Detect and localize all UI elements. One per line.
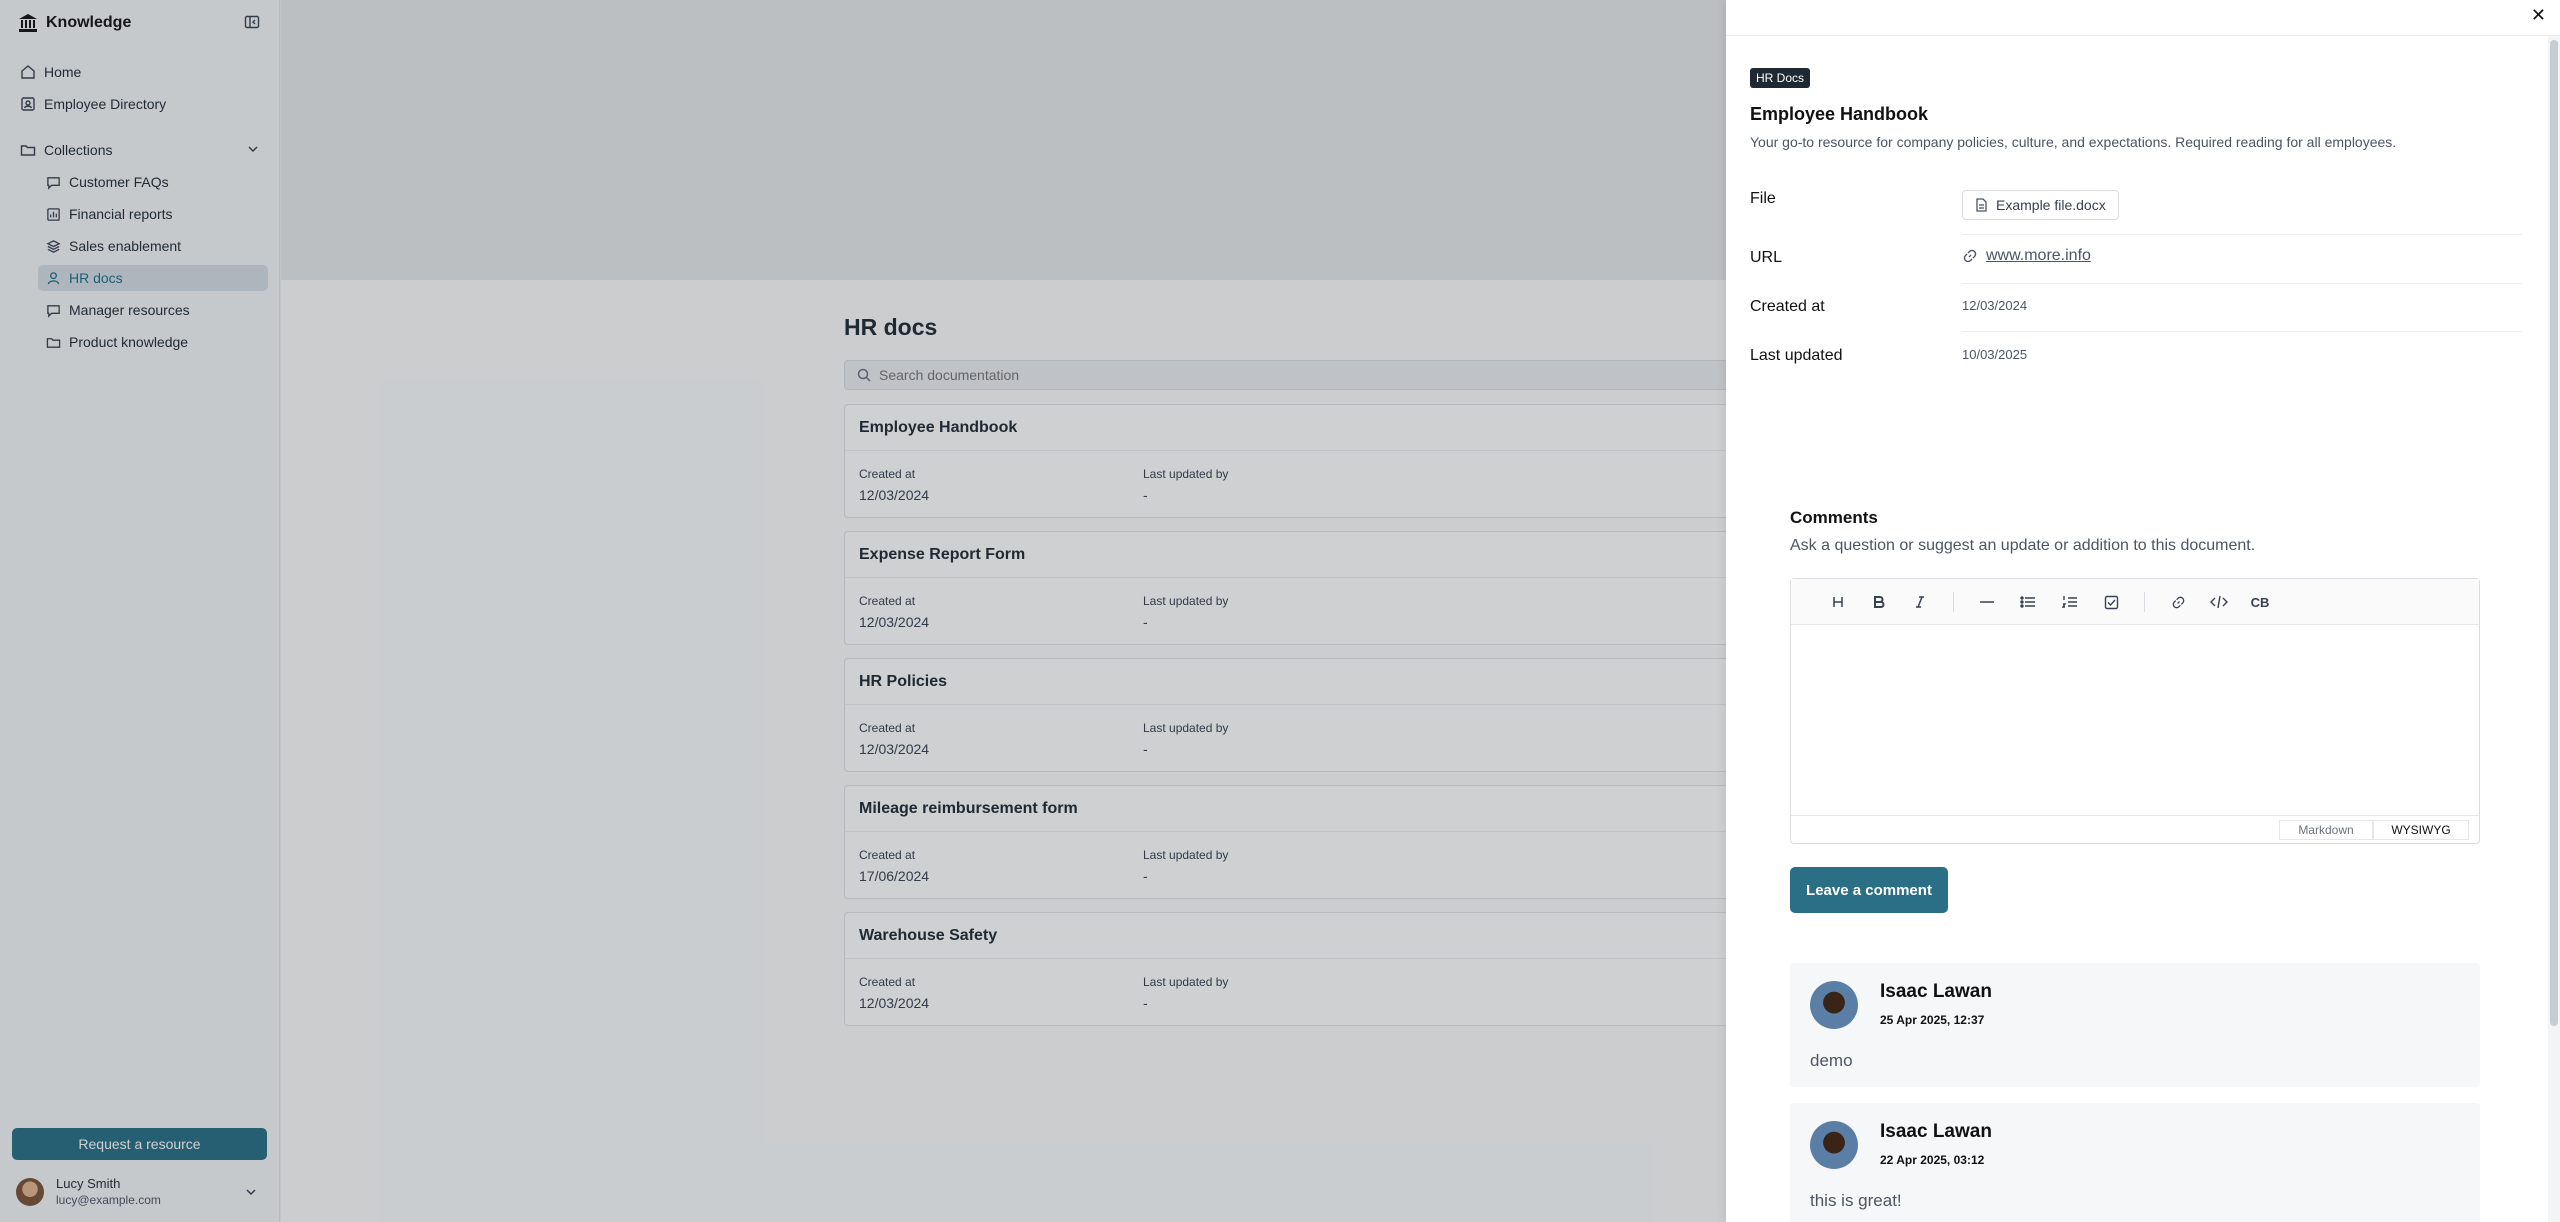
bullet-list-icon[interactable] [2017,592,2039,612]
comment-text: demo [1810,1051,1853,1070]
comments-subtitle: Ask a question or suggest an update or a… [1790,537,2256,554]
comment-author: Isaac Lawan [1880,981,1992,1002]
modal-backdrop[interactable] [0,0,1726,1222]
wysiwyg-mode-button[interactable]: WYSIWYG [2373,820,2469,840]
scrollbar-thumb[interactable] [2550,40,2558,1026]
comment-item: Isaac Lawan 25 Apr 2025, 12:37 demo [1790,963,2480,1087]
file-icon [1975,198,1988,212]
avatar [1810,1121,1858,1169]
url-label: URL [1750,249,1783,266]
heading-icon[interactable] [1827,592,1849,612]
comment-textarea[interactable] [1791,625,2479,817]
last-updated-label: Last updated [1750,347,1843,364]
toolbar-divider [1953,592,1954,612]
file-label: File [1750,190,1776,207]
document-title: Employee Handbook [1750,104,1929,124]
divider [1962,234,2522,235]
comment-date: 25 Apr 2025, 12:37 [1880,1013,1985,1027]
link-icon[interactable] [2167,592,2189,612]
bold-icon[interactable] [1868,592,1890,612]
codeblock-icon[interactable]: CB [2249,592,2271,612]
close-icon[interactable]: ✕ [2531,6,2546,24]
collection-tag: HR Docs [1750,68,1811,88]
created-at-label: Created at [1750,298,1825,315]
markdown-mode-button[interactable]: Markdown [2279,820,2373,840]
code-icon[interactable] [2208,592,2230,612]
comment-author: Isaac Lawan [1880,1121,1992,1142]
link-icon [1962,248,1978,264]
checklist-icon[interactable] [2100,592,2122,612]
comments-title: Comments [1790,508,1878,527]
horizontal-rule-icon[interactable] [1976,592,1998,612]
toolbar-divider [2144,592,2145,612]
url-text: www.more.info [1986,247,2091,264]
divider [1962,331,2522,332]
avatar [1810,981,1858,1029]
editor-toolbar: CB [1791,579,2479,625]
comment-text: this is great! [1810,1191,1902,1210]
leave-comment-button[interactable]: Leave a comment [1790,867,1948,913]
comment-date: 22 Apr 2025, 03:12 [1880,1153,1985,1167]
file-name: Example file.docx [1996,197,2106,213]
document-description: Your go-to resource for company policies… [1750,134,2397,150]
ordered-list-icon[interactable] [2059,592,2081,612]
editor-mode-bar: Markdown WYSIWYG [1791,815,2479,843]
comment-editor: CB Markdown WYSIWYG [1790,578,2480,844]
comment-item: Isaac Lawan 22 Apr 2025, 03:12 this is g… [1790,1103,2480,1222]
document-drawer: ✕ HR Docs Employee Handbook Your go-to r… [1726,0,2560,1222]
created-at-value: 12/03/2024 [1962,298,2028,313]
italic-icon[interactable] [1909,592,1931,612]
url-link[interactable]: www.more.info [1962,247,2091,265]
divider [1962,283,2522,284]
drawer-header: ✕ [1726,0,2560,36]
last-updated-value: 10/03/2025 [1962,347,2028,362]
file-attachment[interactable]: Example file.docx [1962,190,2119,220]
